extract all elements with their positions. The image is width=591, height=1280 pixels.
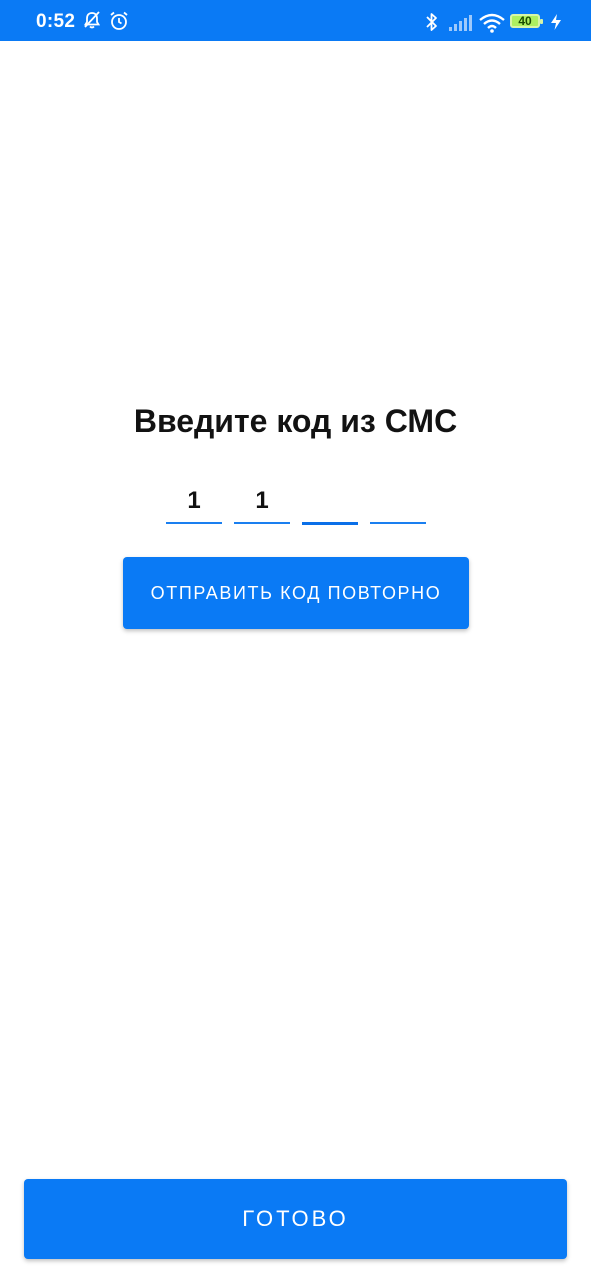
code-underline-active	[302, 522, 358, 525]
battery-icon: 40	[510, 14, 543, 28]
resend-code-button[interactable]: ОТПРАВИТЬ КОД ПОВТОРНО	[123, 557, 469, 629]
code-underline	[234, 522, 290, 524]
bluetooth-icon	[424, 12, 440, 37]
done-button[interactable]: ГОТОВО	[24, 1179, 567, 1259]
charging-icon	[550, 13, 562, 36]
code-digit-3[interactable]	[302, 484, 358, 525]
code-underline	[370, 522, 426, 524]
alarm-icon	[108, 10, 130, 37]
page-title: Введите код из СМС	[133, 403, 458, 439]
battery-level: 40	[518, 14, 532, 28]
code-underline	[166, 522, 222, 524]
status-time: 0:52	[36, 11, 76, 32]
wifi-icon	[478, 13, 506, 38]
code-digit-4[interactable]	[370, 484, 426, 524]
status-bar: 0:52 40	[0, 0, 591, 41]
signal-icon	[448, 14, 472, 37]
code-digit-1[interactable]: 1	[166, 484, 222, 524]
bell-off-icon	[82, 10, 102, 35]
code-digit-value: 1	[255, 487, 269, 514]
code-digit-2[interactable]: 1	[234, 484, 290, 524]
code-digit-value: 1	[187, 487, 201, 514]
